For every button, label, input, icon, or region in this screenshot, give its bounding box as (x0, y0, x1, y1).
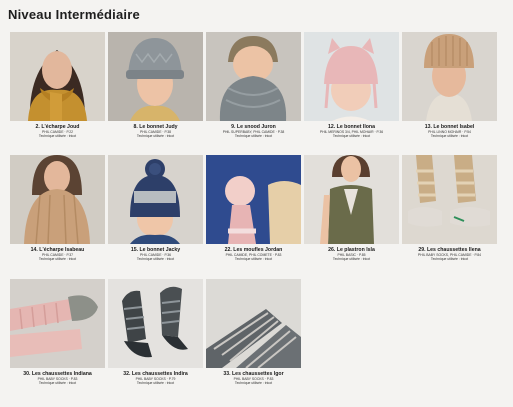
photo-socks-grey-multi-icon (206, 279, 301, 368)
photo-snood-grey-icon (206, 32, 301, 121)
photo-hat-grey-icon (108, 32, 203, 121)
pattern-card[interactable]: 8. Le bonnet Judy PHIL CAMIDE · P.38 Tec… (108, 32, 203, 139)
pattern-technique: Technique utilisée : tricot (430, 133, 469, 138)
photo-hat-pink-ears (304, 32, 399, 121)
photo-socks-beige (402, 155, 497, 244)
pattern-card[interactable]: 9. Le snood Juron PHIL SUPERBABY, PHIL C… (206, 32, 301, 139)
pattern-technique: Technique utilisée : tricot (136, 380, 175, 385)
pattern-technique: Technique utilisée : tricot (136, 133, 175, 138)
photo-hat-camel-icon (402, 32, 497, 121)
pattern-card[interactable]: 30. Les chaussettes Indiana PHIL BABY SO… (10, 279, 105, 386)
pattern-card[interactable]: 29. Les chaussettes Ilena PHIL BABY SOCK… (402, 155, 497, 262)
photo-hat-pink-ears-icon (304, 32, 399, 121)
photo-vest-olive (304, 155, 399, 244)
photo-snood-grey (206, 32, 301, 121)
photo-scarf-mustard-icon (10, 32, 105, 121)
pattern-card[interactable]: 32. Les chaussettes Indira PHIL BABY SOC… (108, 279, 203, 386)
photo-hat-navy-pompom (108, 155, 203, 244)
photo-socks-grey-stripes-icon (108, 279, 203, 368)
photo-socks-pink-icon (10, 279, 105, 368)
photo-scarf-camel-icon (10, 155, 105, 244)
pattern-technique: Technique utilisée : tricot (234, 133, 273, 138)
pattern-card[interactable]: 33. Les chaussettes Igor PHIL BABY SOCKS… (206, 279, 301, 386)
photo-vest-olive-icon (304, 155, 399, 244)
photo-hat-camel (402, 32, 497, 121)
pattern-card[interactable]: 12. Le bonnet Ilona PHIL MERINOS 3/4, PH… (304, 32, 399, 139)
photo-mittens-pink-icon (206, 155, 301, 244)
pattern-technique: Technique utilisée : tricot (332, 256, 371, 261)
pattern-technique: Technique utilisée : tricot (38, 380, 77, 385)
photo-hat-grey (108, 32, 203, 121)
photo-scarf-camel (10, 155, 105, 244)
photo-socks-grey-stripes (108, 279, 203, 368)
pattern-technique: Technique utilisée : tricot (332, 133, 371, 138)
pattern-technique: Technique utilisée : tricot (234, 380, 273, 385)
photo-scarf-mustard (10, 32, 105, 121)
photo-socks-grey-multi (206, 279, 301, 368)
pattern-technique: Technique utilisée : tricot (430, 256, 469, 261)
pattern-card[interactable]: 22. Les moufles Jordan PHIL CAMIDE, PHIL… (206, 155, 301, 262)
pattern-technique: Technique utilisée : tricot (38, 256, 77, 261)
pattern-card[interactable]: 13. Le bonnet Isabel PHIL LINNO MOHAIR ·… (402, 32, 497, 139)
pattern-card[interactable]: 14. L'écharpe Isabeau PHIL CAMIDE · P.37… (10, 155, 105, 262)
photo-socks-beige-icon (402, 155, 497, 244)
pattern-technique: Technique utilisée : tricot (136, 256, 175, 261)
catalog-page: Niveau Intermédiaire 2. L'écharpe Joud P… (0, 0, 513, 407)
pattern-technique: Technique utilisée : tricot (38, 133, 77, 138)
photo-hat-navy-pompom-icon (108, 155, 203, 244)
photo-socks-pink (10, 279, 105, 368)
pattern-card[interactable]: 2. L'écharpe Joud PHIL CAMIDE · P.22 Tec… (10, 32, 105, 139)
pattern-card[interactable]: 26. Le plastron Isla PHIL BASIC · P.85 T… (304, 155, 399, 262)
section-title: Niveau Intermédiaire (8, 7, 140, 22)
pattern-technique: Technique utilisée : tricot (234, 256, 273, 261)
pattern-card[interactable]: 15. Le bonnet Jacky PHIL CAMIDE · P.36 T… (108, 155, 203, 262)
photo-mittens-pink (206, 155, 301, 244)
